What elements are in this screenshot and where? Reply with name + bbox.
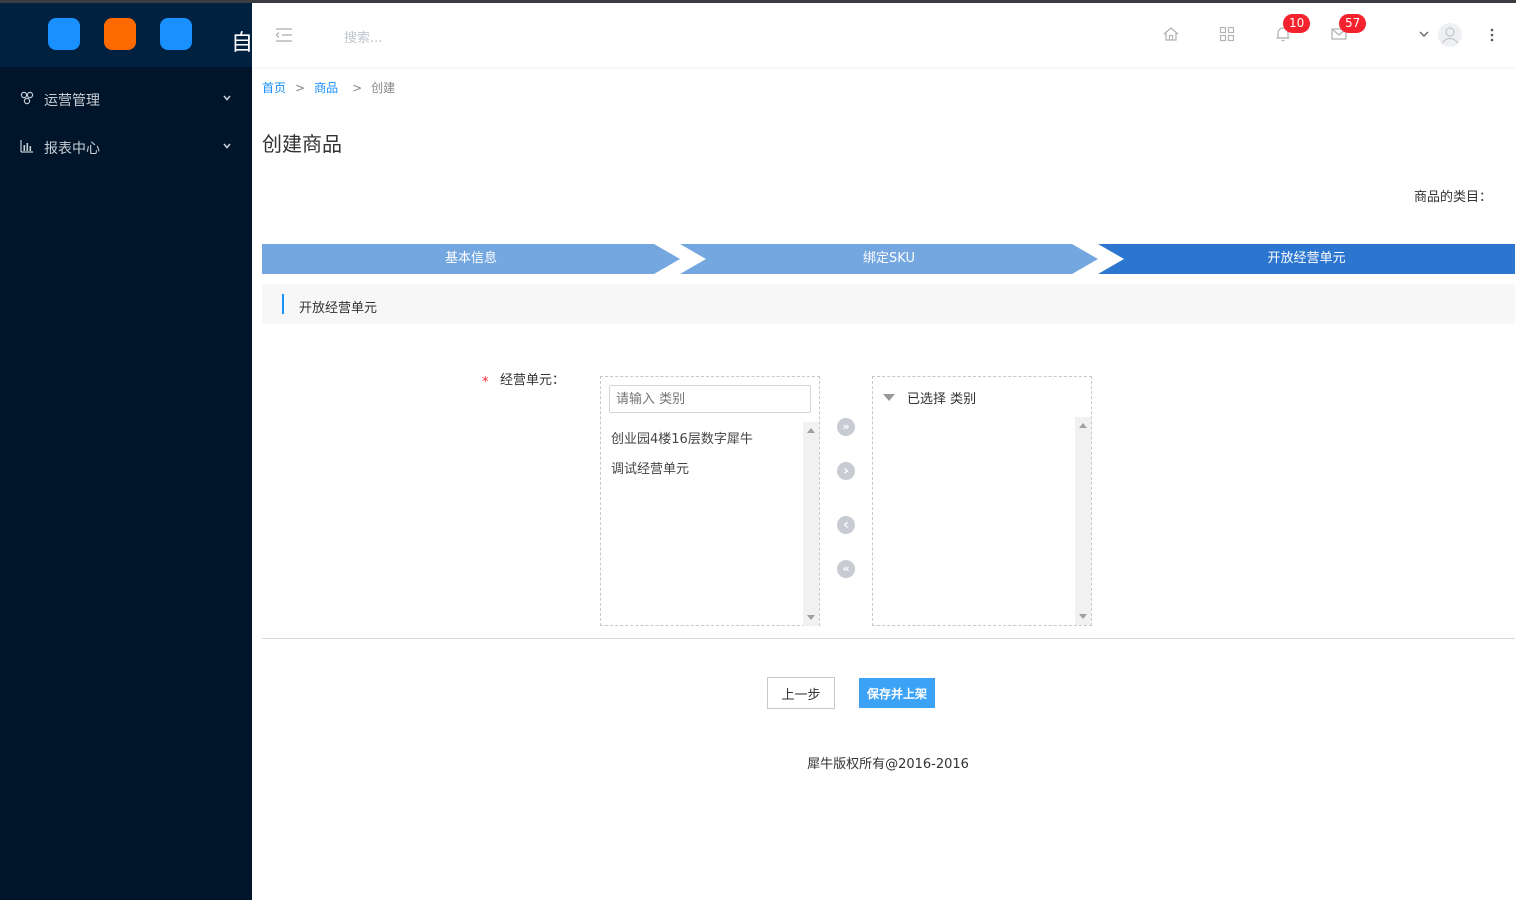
form-divider [262, 638, 1515, 639]
step-open-units[interactable]: 开放经营单元 [1098, 244, 1515, 274]
menu-fold-icon[interactable] [275, 26, 293, 44]
cluster-icon [20, 91, 34, 105]
selected-header[interactable]: 已选择 类别 [883, 388, 976, 407]
breadcrumb-current: 创建 [371, 81, 396, 95]
scrollbar[interactable] [1075, 417, 1091, 625]
scroll-up-icon[interactable] [1079, 423, 1087, 428]
user-avatar-icon[interactable] [1438, 23, 1462, 47]
breadcrumb: 首页 > 商品 > 创建 [262, 79, 395, 96]
move-right-button[interactable]: › [837, 462, 855, 480]
chevron-down-icon [223, 95, 231, 101]
search-input[interactable]: 搜索... [344, 27, 382, 46]
apps-icon[interactable] [1218, 25, 1236, 43]
list-item[interactable]: 调试经营单元 [611, 458, 689, 477]
list-item[interactable]: 创业园4楼16层数字犀牛 [611, 428, 753, 447]
section-accent [282, 294, 284, 314]
top-header: 搜索... 10 57 [252, 3, 1516, 67]
sidebar-item-label: 运营管理 [44, 93, 100, 109]
step-bind-sku[interactable]: 绑定SKU [680, 244, 1098, 274]
move-left-button[interactable]: ‹ [837, 516, 855, 534]
required-mark: * [482, 375, 489, 390]
scrollbar[interactable] [803, 422, 819, 626]
brand-title: 自 [231, 31, 254, 56]
scroll-down-icon[interactable] [1079, 614, 1087, 619]
caret-down-icon [883, 394, 895, 401]
scroll-down-icon[interactable] [807, 615, 815, 620]
app-tile-1[interactable] [48, 18, 80, 50]
bar-chart-icon [20, 140, 33, 153]
footer-copyright: 犀牛版权所有@2016-2016 [807, 757, 969, 772]
progress-steps: 基本信息 绑定SKU 开放经营单元 [262, 244, 1515, 274]
messages-badge: 57 [1339, 14, 1367, 33]
breadcrumb-separator: > [295, 81, 306, 95]
filter-input[interactable] [609, 385, 811, 413]
prev-step-button[interactable]: 上一步 [767, 677, 835, 709]
sidebar-item-operations[interactable]: 运营管理 [0, 79, 252, 119]
home-icon[interactable] [1162, 25, 1180, 43]
step-basic-info[interactable]: 基本信息 [262, 244, 680, 274]
available-list-panel: 创业园4楼16层数字犀牛 调试经营单元 [600, 376, 820, 626]
section-title: 开放经营单元 [299, 301, 378, 316]
move-all-right-button[interactable]: » [837, 418, 855, 436]
move-all-left-button[interactable]: « [837, 560, 855, 578]
sidebar-item-label: 报表中心 [44, 141, 100, 157]
chevron-down-icon[interactable] [1418, 28, 1430, 40]
selected-header-label: 已选择 类别 [907, 392, 977, 407]
sidebar-header: 自 [0, 3, 254, 67]
selected-list-panel: 已选择 类别 [872, 376, 1092, 626]
app-tile-2[interactable] [104, 18, 136, 50]
more-icon[interactable] [1484, 26, 1500, 44]
save-and-publish-button[interactable]: 保存并上架 [859, 678, 935, 708]
field-label: 经营单元： [500, 373, 566, 388]
category-label: 商品的类目： [1413, 190, 1492, 205]
sidebar-item-reports[interactable]: 报表中心 [0, 127, 252, 167]
page-title: 创建商品 [262, 132, 342, 156]
breadcrumb-home[interactable]: 首页 [262, 81, 286, 95]
scroll-up-icon[interactable] [807, 428, 815, 433]
breadcrumb-products[interactable]: 商品 [314, 81, 338, 95]
app-tile-3[interactable] [160, 18, 192, 50]
chevron-down-icon [223, 143, 231, 149]
section-header: 开放经营单元 [262, 284, 1515, 324]
notifications-badge: 10 [1283, 14, 1311, 33]
breadcrumb-separator: > [352, 81, 363, 95]
